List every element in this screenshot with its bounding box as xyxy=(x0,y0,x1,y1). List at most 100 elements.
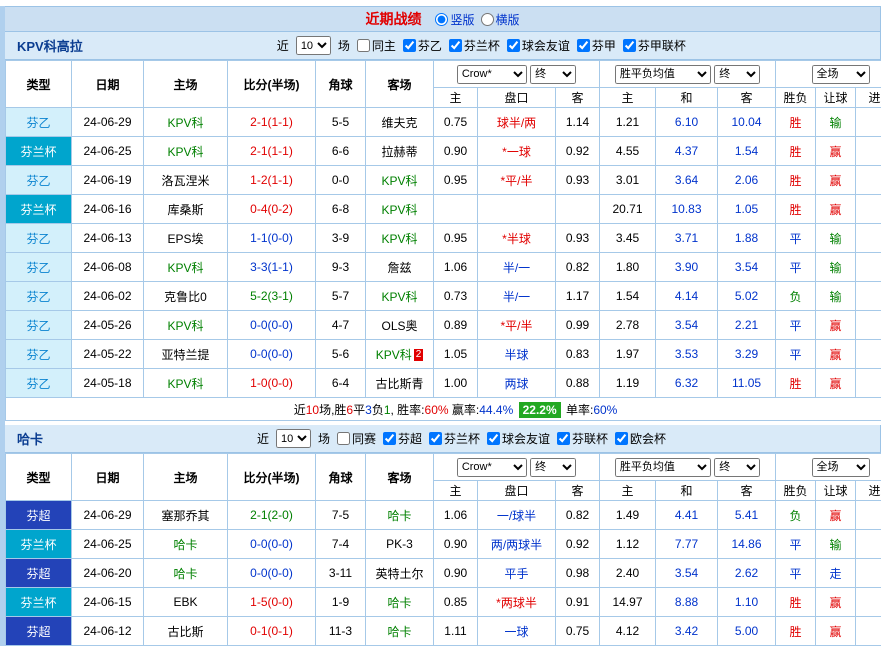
table-header-top: 类型 日期 主场 比分(半场) 角球 客场 Crow* 终 胜平负均值 终 全场 xyxy=(6,61,881,88)
col-header-corner: 角球 xyxy=(316,61,366,108)
match-count-select[interactable]: 10 xyxy=(276,429,311,448)
avg-select[interactable]: 胜平负均值 xyxy=(615,65,711,84)
scope-header: 全场 xyxy=(776,454,881,481)
date-cell: 24-05-22 xyxy=(72,340,144,369)
result-cell: 胜 xyxy=(776,137,816,166)
odds-away-cell: 0.98 xyxy=(556,559,600,588)
away-team-cell: 詹兹 xyxy=(366,253,434,282)
filters-haka: 近 10 场 同赛 芬超 芬兰杯 球会友谊 芬联杯 欧会杯 xyxy=(43,429,880,448)
col-header-odds-home: 主 xyxy=(434,88,478,108)
col-header-date: 日期 xyxy=(72,454,144,501)
goals-cell xyxy=(856,369,881,398)
league-checkbox[interactable] xyxy=(449,39,462,52)
summary-segment: 22.2% xyxy=(519,402,561,418)
avg-draw-cell: 3.64 xyxy=(656,166,718,195)
vertical-radio[interactable] xyxy=(435,13,448,26)
near-label: 近 xyxy=(277,37,289,54)
home-team-cell: EPS埃 xyxy=(144,224,228,253)
league-checkbox[interactable] xyxy=(403,39,416,52)
odds-away-cell: 0.93 xyxy=(556,224,600,253)
home-team-cell: 哈卡 xyxy=(144,559,228,588)
score-cell: 2-1(1-1) xyxy=(228,108,316,137)
goals-cell xyxy=(856,340,881,369)
same-league-checkbox[interactable] xyxy=(337,432,350,445)
summary-segment: 近 xyxy=(294,403,306,417)
same-home-checkbox[interactable] xyxy=(357,39,370,52)
date-cell: 24-06-20 xyxy=(72,559,144,588)
league-label: 芬超 xyxy=(398,430,422,447)
corners-cell: 7-5 xyxy=(316,501,366,530)
odds-company-select[interactable]: Crow* xyxy=(457,65,527,84)
league-checkbox[interactable] xyxy=(557,432,570,445)
league-checkbox[interactable] xyxy=(577,39,590,52)
scope-select[interactable]: 全场 xyxy=(812,458,870,477)
goals-cell xyxy=(856,224,881,253)
league-checkbox[interactable] xyxy=(615,432,628,445)
avg-home-cell: 20.71 xyxy=(600,195,656,224)
home-team-cell: 哈卡 xyxy=(144,530,228,559)
layout-radio-vertical[interactable]: 竖版 xyxy=(435,11,474,28)
league-checkbox[interactable] xyxy=(487,432,500,445)
result-cell: 平 xyxy=(776,311,816,340)
col-header-avg-away: 客 xyxy=(718,481,776,501)
score-cell: 0-0(0-0) xyxy=(228,311,316,340)
away-team-cell: 英特土尔 xyxy=(366,559,434,588)
odds-home-cell: 0.89 xyxy=(434,311,478,340)
date-cell: 24-06-12 xyxy=(72,617,144,646)
avg-draw-cell: 3.53 xyxy=(656,340,718,369)
goals-cell xyxy=(856,137,881,166)
avg-away-cell: 11.05 xyxy=(718,369,776,398)
odds-away-cell: 0.92 xyxy=(556,137,600,166)
kpv-summary: 近10场,胜6平3负1, 胜率:60% 赢率:44.4% 22.2% 单率:60… xyxy=(6,398,881,421)
away-team-cell: KPV科 xyxy=(366,224,434,253)
league-label: 球会友谊 xyxy=(502,430,550,447)
avg-home-cell: 3.45 xyxy=(600,224,656,253)
league-checkbox[interactable] xyxy=(383,432,396,445)
league-checkbox[interactable] xyxy=(507,39,520,52)
odds-period-select[interactable]: 终 xyxy=(530,65,576,84)
result-cell: 胜 xyxy=(776,617,816,646)
col-header-avg-home: 主 xyxy=(600,481,656,501)
handicap-result-cell: 赢 xyxy=(816,617,856,646)
avg-select[interactable]: 胜平负均值 xyxy=(615,458,711,477)
col-header-result: 胜负 xyxy=(776,481,816,501)
league-checkbox[interactable] xyxy=(429,432,442,445)
avg-period-select[interactable]: 终 xyxy=(714,65,760,84)
avg-period-select[interactable]: 终 xyxy=(714,458,760,477)
date-cell: 24-06-25 xyxy=(72,137,144,166)
avg-away-cell: 10.04 xyxy=(718,108,776,137)
home-team-cell: KPV科 xyxy=(144,369,228,398)
home-team-cell: 洛瓦涅米 xyxy=(144,166,228,195)
date-cell: 24-06-29 xyxy=(72,108,144,137)
scope-select[interactable]: 全场 xyxy=(812,65,870,84)
col-header-goals: 进球 xyxy=(856,88,881,108)
handicap-cell: 一/球半 xyxy=(478,501,556,530)
away-team-cell: KPV科 xyxy=(366,195,434,224)
odds-company-header: Crow* 终 xyxy=(434,61,600,88)
odds-period-select[interactable]: 终 xyxy=(530,458,576,477)
match-row: 芬超24-06-29塞那乔其2-1(2-0)7-5哈卡1.06一/球半0.821… xyxy=(6,501,881,530)
league-filter: 芬甲 xyxy=(577,37,616,54)
match-count-select[interactable]: 10 xyxy=(296,36,331,55)
home-team-cell: 塞那乔其 xyxy=(144,501,228,530)
league-filter: 芬兰杯 xyxy=(449,37,500,54)
corners-cell: 5-6 xyxy=(316,340,366,369)
corners-cell: 6-4 xyxy=(316,369,366,398)
handicap-cell: 两球 xyxy=(478,369,556,398)
result-cell: 胜 xyxy=(776,166,816,195)
avg-draw-cell: 3.54 xyxy=(656,311,718,340)
avg-home-cell: 1.12 xyxy=(600,530,656,559)
layout-radio-horizontal[interactable]: 横版 xyxy=(481,11,520,28)
league-type-cell: 芬乙 xyxy=(6,311,72,340)
goals-cell xyxy=(856,559,881,588)
odds-company-select[interactable]: Crow* xyxy=(457,458,527,477)
summary-segment: 60% xyxy=(593,403,617,417)
avg-away-cell: 1.88 xyxy=(718,224,776,253)
league-label: 芬甲联杯 xyxy=(638,37,686,54)
result-cell: 胜 xyxy=(776,588,816,617)
summary-segment: 60% xyxy=(425,403,449,417)
league-checkbox[interactable] xyxy=(623,39,636,52)
odds-home-cell: 1.06 xyxy=(434,253,478,282)
horizontal-radio[interactable] xyxy=(481,13,494,26)
odds-home-cell: 1.00 xyxy=(434,369,478,398)
